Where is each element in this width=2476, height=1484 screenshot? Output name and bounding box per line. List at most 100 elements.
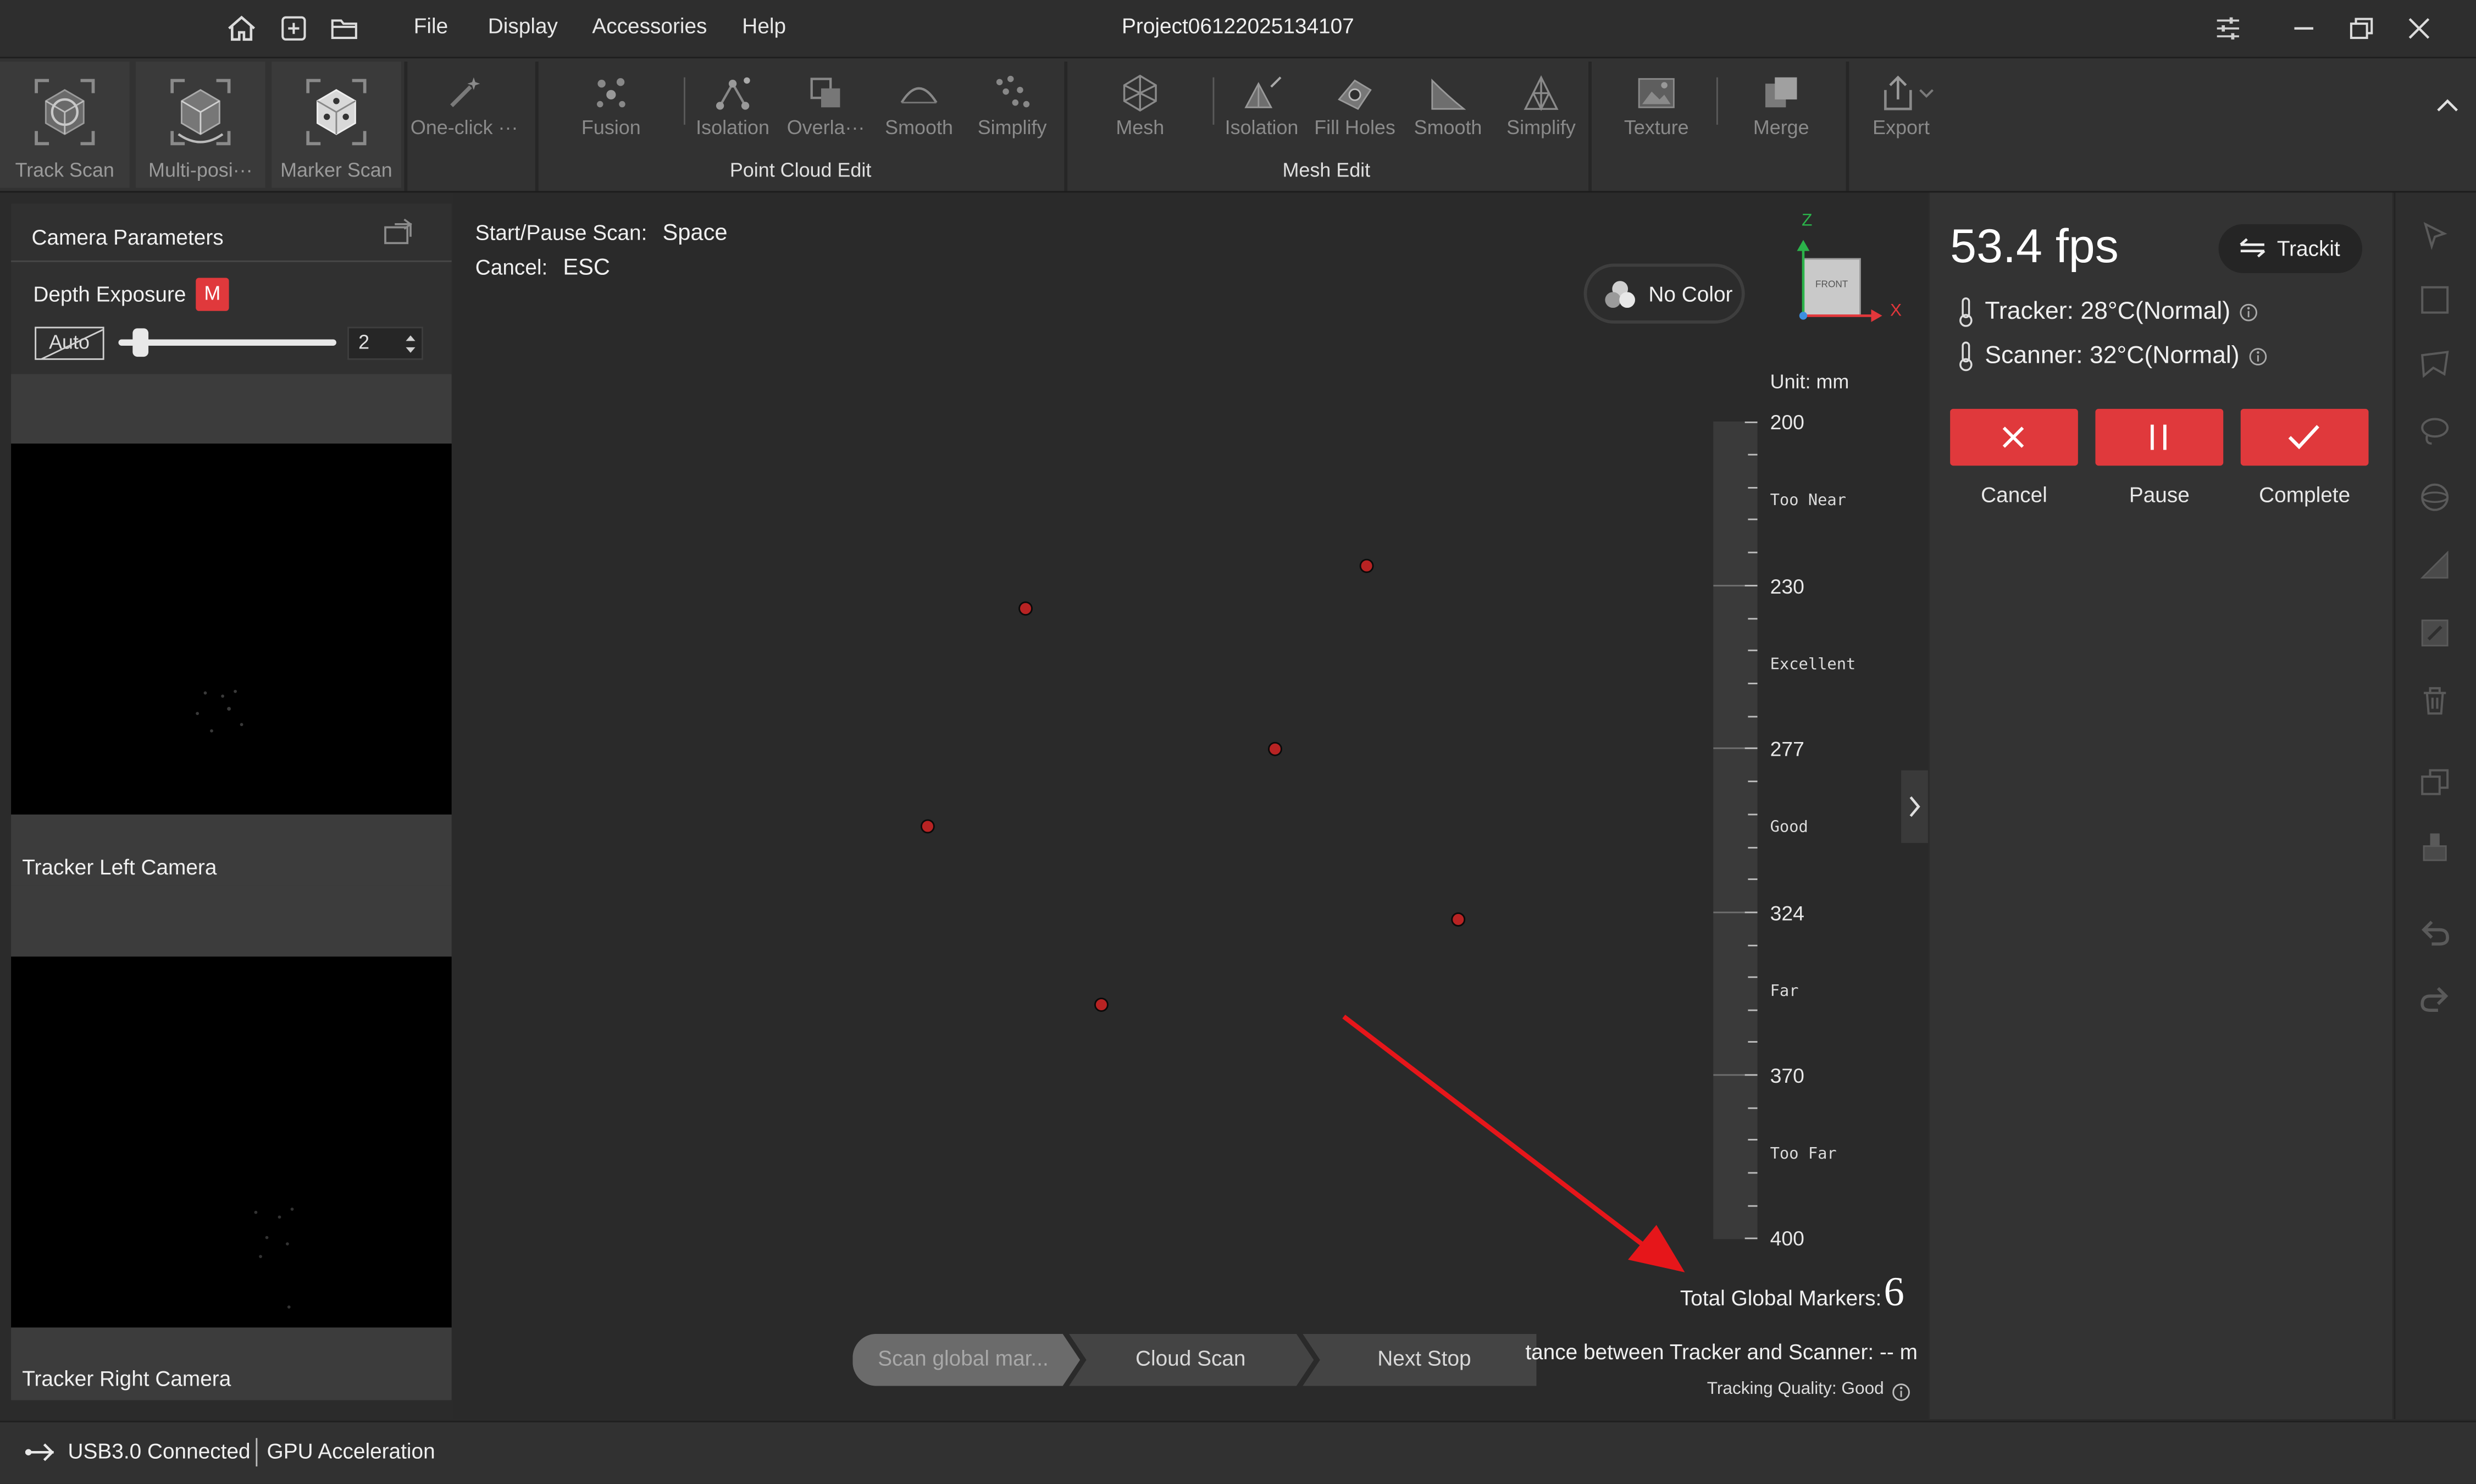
overlap-icon <box>804 71 848 115</box>
open-folder-icon[interactable] <box>327 11 362 46</box>
auto-exposure-toggle[interactable]: Auto <box>35 326 104 360</box>
mesh-isolation-button[interactable]: Isolation <box>1214 68 1309 149</box>
gpu-status: GPU Acceleration <box>267 1439 435 1464</box>
marker-scan-button[interactable]: Marker Scan <box>272 62 401 188</box>
track-scan-label: Track Scan <box>15 159 114 182</box>
left-camera-header-band <box>11 374 452 444</box>
pc-isolation-button[interactable]: Isolation <box>685 68 780 149</box>
fill-holes-icon <box>1333 71 1377 115</box>
global-marker <box>1094 998 1109 1012</box>
usb-icon <box>25 1443 54 1461</box>
merge-label: Merge <box>1753 117 1809 139</box>
fusion-icon <box>589 71 633 115</box>
fill-holes-button[interactable]: Fill Holes <box>1308 68 1402 149</box>
complete-scan-button[interactable] <box>2240 408 2369 466</box>
menu-display[interactable]: Display <box>488 14 558 38</box>
fusion-button[interactable]: Fusion <box>564 68 658 149</box>
trackit-label: Trackit <box>2276 236 2340 261</box>
color-mode-toggle[interactable]: No Color <box>1583 263 1745 324</box>
magic-wand-icon <box>442 71 486 115</box>
trackit-device-button[interactable]: Trackit <box>2218 224 2363 273</box>
multi-position-button[interactable]: Multi-posi··· <box>136 62 265 188</box>
total-markers-value: 6 <box>1884 1269 1904 1315</box>
settings-sliders-icon[interactable] <box>2207 9 2248 47</box>
step-cloud-scan[interactable]: Cloud Scan <box>1080 1347 1301 1370</box>
menu-accessories[interactable]: Accessories <box>592 14 707 38</box>
info-icon[interactable] <box>2239 303 2258 322</box>
texture-button[interactable]: Texture <box>1609 68 1704 149</box>
mesh-button[interactable]: Mesh <box>1093 68 1187 149</box>
plane-cut-icon[interactable] <box>2418 548 2452 583</box>
menu-file[interactable]: File <box>414 14 448 38</box>
spin-arrows-icon[interactable] <box>404 333 417 355</box>
depth-exposure-label: Depth Exposure <box>33 283 186 307</box>
step-next-stop[interactable]: Next Stop <box>1314 1347 1535 1370</box>
exposure-value: 2 <box>358 331 370 354</box>
close-icon[interactable] <box>2399 9 2440 47</box>
info-icon[interactable] <box>2248 347 2267 366</box>
orientation-gizmo[interactable]: Z X FRONT <box>1784 208 1910 335</box>
track-scan-button[interactable]: Track Scan <box>0 62 130 188</box>
one-click-button[interactable]: One-click ··· <box>411 68 518 149</box>
tracker-right-camera-feed <box>11 956 452 1328</box>
tracking-quality: Tracking Quality: Good <box>1707 1380 1884 1399</box>
shortcut-cancel: Cancel: ESC <box>475 256 610 281</box>
home-icon[interactable] <box>224 11 259 46</box>
redo-icon[interactable] <box>2418 982 2452 1016</box>
lasso-select-icon[interactable] <box>2418 413 2452 448</box>
pc-simplify-button[interactable]: Simplify <box>965 68 1059 149</box>
minimize-icon[interactable] <box>2283 9 2324 47</box>
scale-tick-200: 200 <box>1770 410 1804 434</box>
restore-icon[interactable] <box>2340 9 2381 47</box>
exposure-slider[interactable] <box>118 328 336 357</box>
invert-selection-icon[interactable] <box>2418 616 2452 650</box>
connection-status: USB3.0 Connected <box>68 1439 251 1464</box>
red-arrow-annotation <box>1342 1015 1685 1272</box>
3d-viewport[interactable]: Start/Pause Scan: Space Cancel: ESC No C… <box>453 192 1928 1419</box>
info-icon[interactable] <box>1892 1383 1910 1402</box>
texture-label: Texture <box>1624 117 1689 139</box>
pause-scan-button[interactable] <box>2095 408 2224 466</box>
mesh-label: Mesh <box>1116 117 1165 139</box>
overlap-button[interactable]: Overla··· <box>778 68 873 149</box>
collapse-right-panel-button[interactable] <box>1901 770 1928 843</box>
mesh-smooth-button[interactable]: Smooth <box>1400 68 1495 149</box>
sphere-select-icon[interactable] <box>2418 480 2452 514</box>
merge-button[interactable]: Merge <box>1734 68 1829 149</box>
export-button[interactable]: Export <box>1854 68 1948 149</box>
menu-help[interactable]: Help <box>742 14 786 38</box>
export-label: Export <box>1873 117 1930 139</box>
title-bar: File Display Accessories Help Project061… <box>0 0 2476 59</box>
detach-panel-icon[interactable] <box>380 215 415 250</box>
multi-position-icon <box>163 71 239 153</box>
tool-separator <box>1716 77 1718 125</box>
exposure-value-spinbox[interactable]: 2 <box>347 326 423 360</box>
right-camera-header-band <box>11 885 452 957</box>
pc-smooth-button[interactable]: Smooth <box>872 68 966 149</box>
pointer-select-icon[interactable] <box>2418 218 2452 252</box>
brush-clean-icon[interactable] <box>2418 830 2452 865</box>
tracker-left-camera-label: Tracker Left Camera <box>22 855 217 879</box>
manual-mode-badge[interactable]: M <box>196 278 229 311</box>
tracker-scanner-distance: tance between Tracker and Scanner: -- m <box>1525 1340 1918 1364</box>
pause-icon <box>2151 424 2167 450</box>
zone-too-far: Too Far <box>1770 1146 1837 1164</box>
duplicate-icon[interactable] <box>2418 766 2452 800</box>
camera-parameters-title: Camera Parameters <box>31 225 224 250</box>
new-project-icon[interactable] <box>276 11 311 46</box>
undo-icon[interactable] <box>2418 916 2452 950</box>
polygon-select-icon[interactable] <box>2418 347 2452 382</box>
global-marker <box>920 819 935 834</box>
delete-trash-icon[interactable] <box>2418 684 2452 718</box>
window-title: Project06122025134107 <box>1122 14 1354 38</box>
gizmo-x-label: X <box>1890 301 1902 321</box>
multi-position-label: Multi-posi··· <box>148 159 253 182</box>
cancel-scan-button[interactable] <box>1950 408 2078 466</box>
rectangle-select-icon[interactable] <box>2418 283 2452 317</box>
mesh-simplify-button[interactable]: Simplify <box>1494 68 1588 149</box>
exposure-slider-thumb[interactable] <box>132 328 148 357</box>
smooth-icon <box>897 71 941 115</box>
collapse-toolbar-icon[interactable] <box>2431 93 2463 118</box>
step-scan-global-markers[interactable]: Scan global mar... <box>852 1347 1073 1370</box>
status-separator <box>256 1438 258 1467</box>
